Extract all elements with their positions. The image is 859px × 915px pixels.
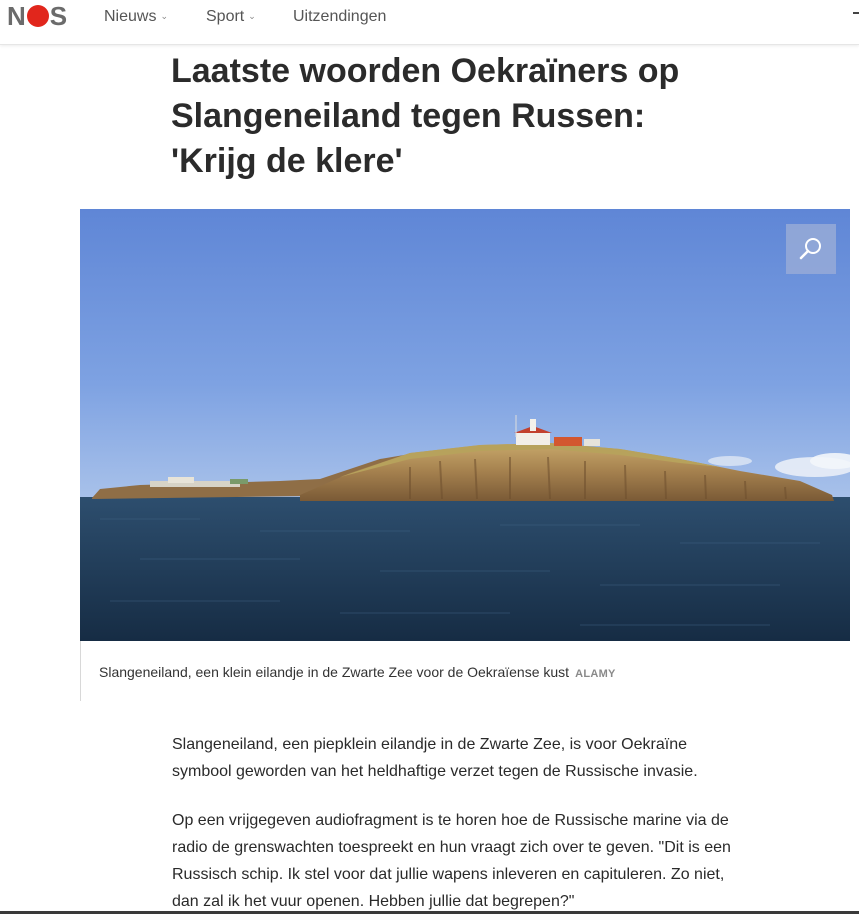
- article-title: Laatste woorden Oekraïners op Slangeneil…: [171, 49, 791, 184]
- nos-logo[interactable]: NS: [7, 2, 67, 30]
- title-line: 'Krijg de klere': [171, 142, 403, 180]
- caption-text: Slangeneiland, een klein eilandje in de …: [99, 664, 570, 680]
- nav-item-uitzendingen[interactable]: Uitzendingen: [293, 7, 386, 27]
- article-image[interactable]: [80, 209, 850, 641]
- article-paragraph: Slangeneiland, een piepklein eilandje in…: [172, 731, 752, 785]
- paragraph-line: Russisch schip. Ik stel voor dat jullie …: [172, 866, 725, 883]
- paragraph-line: Slangeneiland, een piepklein eilandje in…: [172, 736, 687, 753]
- article-paragraph: Op een vrijgegeven audiofragment is te h…: [172, 807, 752, 915]
- logo-letter-n: N: [7, 1, 26, 31]
- nav-label: Uitzendingen: [293, 8, 387, 25]
- paragraph-line: Op een vrijgegeven audiofragment is te h…: [172, 812, 729, 829]
- title-line: Slangeneiland tegen Russen:: [171, 97, 646, 135]
- chevron-down-icon: ⌄: [160, 11, 169, 21]
- paragraph-line: radio de grenswachten toespreekt en hun …: [172, 839, 731, 856]
- nav-item-nieuws[interactable]: Nieuws ⌄: [104, 7, 168, 28]
- title-line: Laatste woorden Oekraïners op: [171, 52, 680, 90]
- image-caption: Slangeneiland, een klein eilandje in de …: [99, 663, 616, 683]
- chevron-down-icon: ⌄: [248, 11, 256, 21]
- paragraph-line: symbool geworden van het heldhaftige ver…: [172, 763, 698, 780]
- top-navigation-bar: NS Nieuws ⌄ Sport ⌄ Uitzendingen: [0, 0, 859, 45]
- magnifier-icon: [799, 238, 821, 260]
- menu-edge-icon[interactable]: [853, 12, 859, 14]
- logo-letter-s: S: [49, 1, 68, 31]
- island-photo: [80, 209, 850, 641]
- paragraph-line: dan zal ik het vuur openen. Hebben julli…: [172, 893, 575, 910]
- photo-credit: ALAMY: [575, 668, 616, 680]
- nav-label: Sport: [206, 8, 245, 25]
- zoom-image-button[interactable]: [786, 224, 836, 274]
- nav-label: Nieuws: [104, 8, 157, 25]
- nav-item-sport[interactable]: Sport ⌄: [206, 7, 256, 28]
- logo-red-dot: [26, 5, 49, 27]
